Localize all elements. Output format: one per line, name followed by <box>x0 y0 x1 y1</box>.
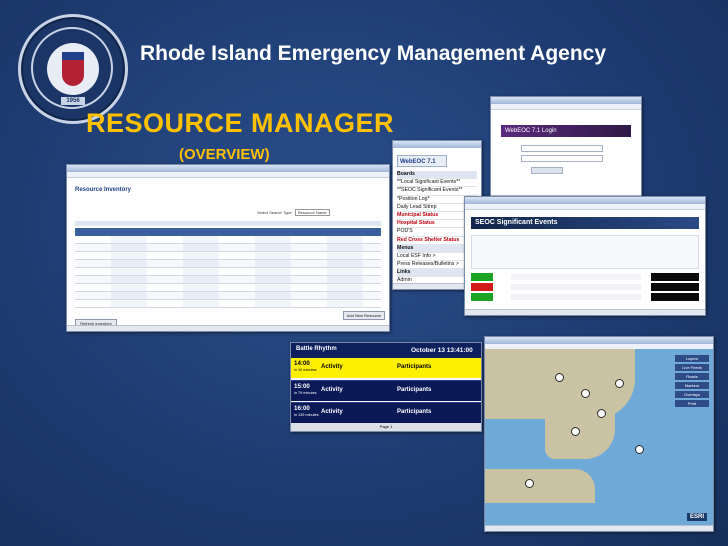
window-title-bar <box>485 337 713 344</box>
slide: 1956 Rhode Island Emergency Management A… <box>0 0 728 546</box>
seoc-events-screenshot: SEOC Significant Events <box>464 196 706 316</box>
resource-inventory-screenshot: Resource Inventory Select Search Type Re… <box>66 164 390 332</box>
menu-item[interactable]: **SEOC Significant Events** <box>397 187 477 196</box>
table-row[interactable] <box>75 268 381 276</box>
webeoc-mapper-screenshot: Layers Live Feeds Roads Markers Overlays Prin… <box>484 336 714 532</box>
position-field[interactable] <box>521 145 603 152</box>
row-time: 16:00 <box>294 405 310 412</box>
map-marker-icon[interactable] <box>581 389 590 398</box>
battle-rhythm-row[interactable]: 16:00 in 139 minutes Activity Participants <box>291 402 481 423</box>
esri-logo: ESRI <box>686 513 707 521</box>
browser-toolbar <box>67 172 389 178</box>
event-row[interactable] <box>471 293 699 301</box>
window-title-bar <box>393 141 481 148</box>
row-time: 15:00 <box>294 383 310 390</box>
table-header <box>75 228 381 236</box>
window-title-bar <box>67 165 389 172</box>
event-row[interactable] <box>471 283 699 291</box>
map-tool-button[interactable]: Roads <box>675 373 709 380</box>
table-row[interactable] <box>75 284 381 292</box>
map-marker-icon[interactable] <box>615 379 624 388</box>
row-activity: Activity <box>321 364 343 370</box>
map-marker-icon[interactable] <box>635 445 644 454</box>
window-title-bar <box>465 197 705 204</box>
table-row[interactable] <box>75 276 381 284</box>
resource-table <box>75 221 381 308</box>
row-duration: in 79 minutes <box>294 391 317 395</box>
map-marker-icon[interactable] <box>571 427 580 436</box>
menu-section-header: Boards <box>397 171 477 180</box>
inventory-tabs[interactable] <box>75 221 381 226</box>
seoc-header: SEOC Significant Events <box>471 217 699 229</box>
table-row[interactable] <box>75 260 381 268</box>
map-tool-button[interactable]: Overlays <box>675 391 709 398</box>
search-type-select[interactable]: Resource Name <box>294 209 330 216</box>
row-activity: Activity <box>321 409 343 415</box>
slide-title: Rhode Island Emergency Management Agency <box>140 42 607 65</box>
webeoc-login-screenshot: WebEOC 7.1 Login <box>490 96 642 202</box>
battle-rhythm-header: Battle Rhythm October 13 13:41:00 <box>291 343 481 358</box>
incident-field[interactable] <box>521 155 603 162</box>
row-participants: Participants <box>397 364 432 370</box>
browser-toolbar <box>491 104 641 110</box>
menu-item[interactable]: **Local Significant Events** <box>397 179 477 188</box>
row-duration: in 19 minutes <box>294 368 317 372</box>
status-bar <box>67 325 389 331</box>
status-bar <box>465 309 705 315</box>
search-type-row: Select Search Type Resource Name <box>257 209 330 216</box>
inventory-heading: Resource Inventory <box>75 187 132 193</box>
row-participants: Participants <box>397 387 432 393</box>
battle-rhythm-title: Battle Rhythm <box>296 346 337 352</box>
add-resource-button[interactable]: Add New Resource <box>343 311 385 320</box>
table-row[interactable] <box>75 300 381 308</box>
map-tool-button[interactable]: Layers <box>675 355 709 362</box>
login-button[interactable] <box>531 167 563 174</box>
map-tool-button[interactable]: Markers <box>675 382 709 389</box>
slide-heading: RESOURCE MANAGER <box>86 108 395 138</box>
status-bar <box>485 525 713 531</box>
row-duration: in 139 minutes <box>294 413 319 417</box>
login-header: WebEOC 7.1 Login <box>501 125 631 137</box>
window-title-bar <box>491 97 641 104</box>
map-land <box>485 469 595 503</box>
row-time: 14:00 <box>294 360 310 367</box>
map-tool-panel: Layers Live Feeds Roads Markers Overlays Prin… <box>675 355 709 409</box>
slide-subheading: (OVERVIEW) <box>179 146 270 163</box>
map-tool-button[interactable]: Live Feeds <box>675 364 709 371</box>
battle-rhythm-row[interactable]: 15:00 in 79 minutes Activity Participants <box>291 380 481 401</box>
row-participants: Participants <box>397 409 432 415</box>
row-activity: Activity <box>321 387 343 393</box>
table-row[interactable] <box>75 252 381 260</box>
table-row[interactable] <box>75 292 381 300</box>
map-marker-icon[interactable] <box>525 479 534 488</box>
map-marker-icon[interactable] <box>597 409 606 418</box>
battle-rhythm-date: October 13 13:41:00 <box>411 347 473 354</box>
battle-rhythm-footer: Page 1 <box>291 423 481 431</box>
event-row[interactable] <box>471 273 699 281</box>
map-tool-button[interactable]: Print <box>675 400 709 407</box>
search-type-label: Select Search Type <box>257 210 292 215</box>
battle-rhythm-row[interactable]: 14:00 in 19 minutes Activity Participants <box>291 358 481 378</box>
map-marker-icon[interactable] <box>555 373 564 382</box>
event-detail-panel <box>471 235 699 269</box>
menu-title: WebEOC 7.1 <box>397 155 447 167</box>
seal-year: 1956 <box>61 97 85 105</box>
table-row[interactable] <box>75 236 381 244</box>
battle-rhythm-screenshot: Battle Rhythm October 13 13:41:00 14:00 i… <box>290 342 482 432</box>
table-row[interactable] <box>75 244 381 252</box>
browser-toolbar <box>465 204 705 210</box>
